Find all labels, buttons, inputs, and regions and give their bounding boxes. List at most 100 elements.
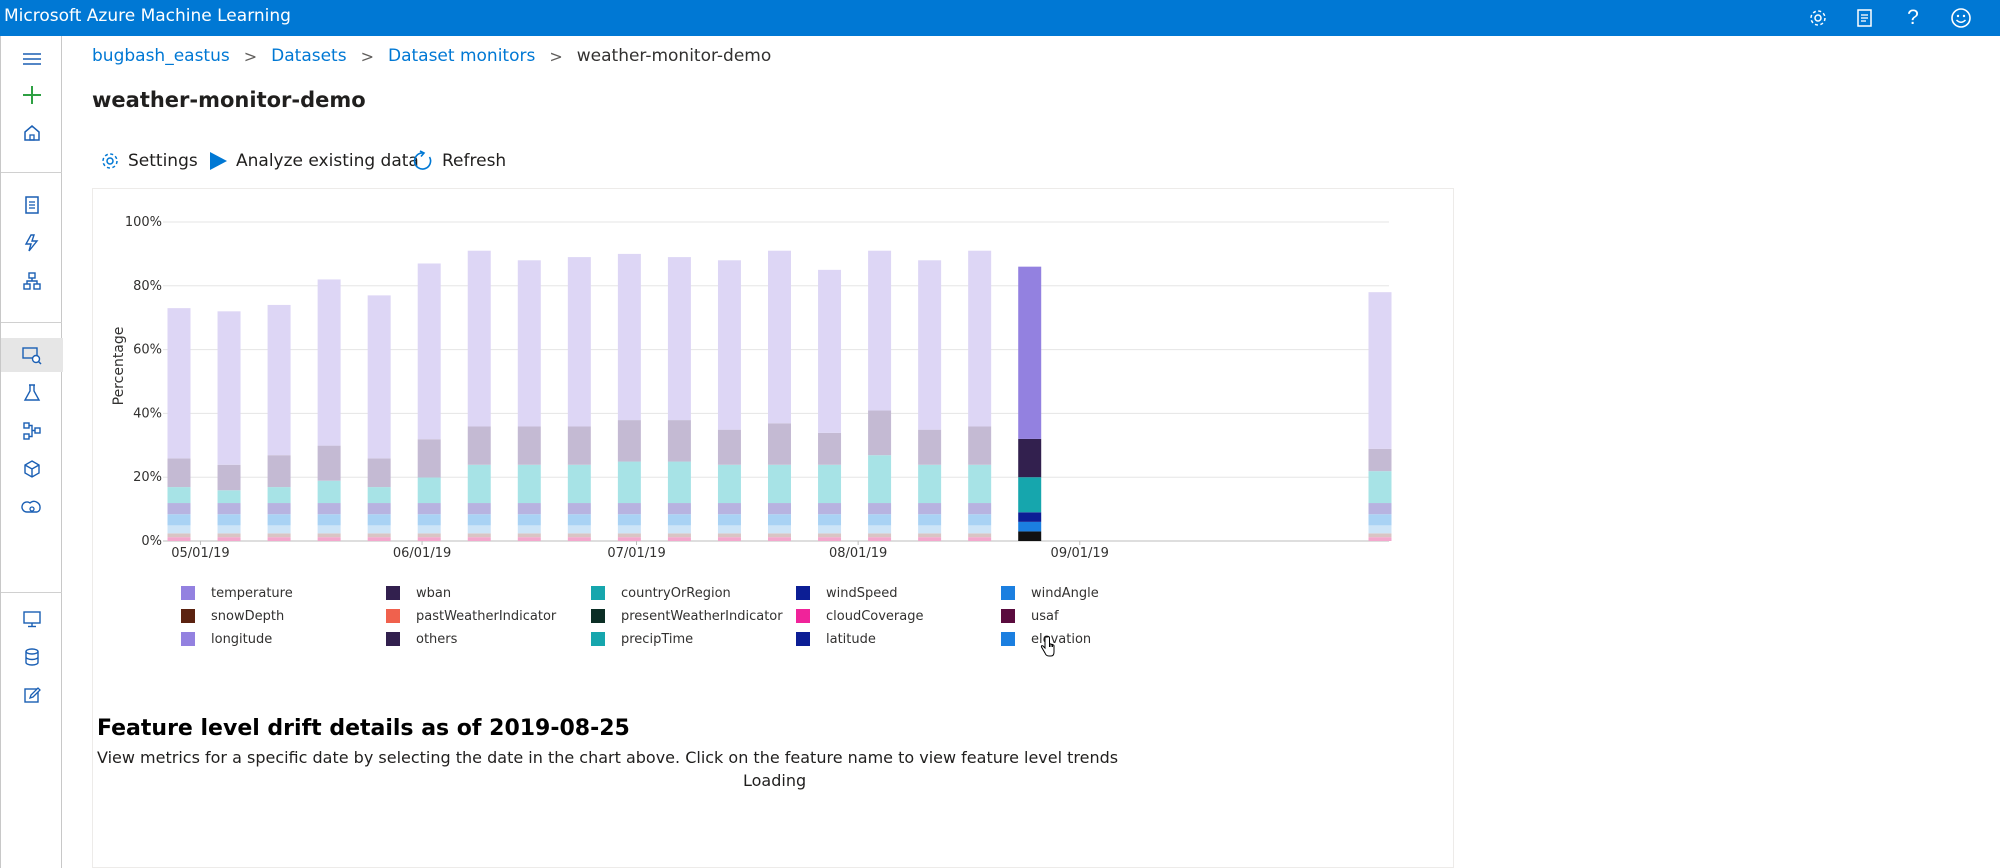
bar-segment bbox=[217, 533, 241, 538]
bar-segment bbox=[968, 525, 992, 534]
x-tick-label: 07/01/19 bbox=[607, 546, 665, 561]
legend-swatch bbox=[796, 632, 810, 646]
bar-segment bbox=[467, 525, 491, 534]
legend-swatch bbox=[1001, 632, 1015, 646]
legend-label: temperature bbox=[211, 585, 293, 601]
bar-segment bbox=[617, 461, 641, 504]
legend-swatch bbox=[796, 586, 810, 600]
bar-segment bbox=[367, 458, 391, 488]
bar-segment bbox=[768, 514, 791, 526]
bar-segment bbox=[617, 537, 641, 541]
bar-segment bbox=[1368, 448, 1392, 472]
bar-segment bbox=[768, 423, 791, 465]
bar-segment bbox=[517, 514, 541, 526]
legend-swatch bbox=[386, 586, 400, 600]
bar-segment-top bbox=[617, 253, 641, 421]
bar-segment bbox=[417, 439, 441, 478]
bar-segment bbox=[968, 533, 992, 538]
bar-segment bbox=[167, 487, 191, 504]
bar-segment bbox=[918, 533, 942, 538]
legend-item-snowDepth[interactable]: snowDepth bbox=[181, 608, 284, 624]
bar-segment bbox=[968, 426, 992, 465]
bar-segment bbox=[918, 514, 942, 526]
legend-item-precipTime[interactable]: precipTime bbox=[591, 631, 693, 647]
bar-segment bbox=[217, 464, 241, 491]
legend-item-presentWeatherIndicator[interactable]: presentWeatherIndicator bbox=[591, 608, 783, 624]
bar-segment-top bbox=[517, 260, 541, 427]
bar-segment bbox=[717, 537, 741, 541]
bar-segment bbox=[968, 537, 992, 541]
bar-segment bbox=[567, 503, 591, 515]
bar-segment-top bbox=[1368, 292, 1392, 449]
bar-segment bbox=[317, 533, 341, 538]
bar-segment bbox=[417, 537, 441, 541]
bar-segment bbox=[617, 525, 641, 534]
bar-segment-top bbox=[818, 269, 842, 433]
legend-item-cloudCoverage[interactable]: cloudCoverage bbox=[796, 608, 924, 624]
legend-item-others[interactable]: others bbox=[386, 631, 457, 647]
x-tick-label: 05/01/19 bbox=[171, 546, 229, 561]
bar-segment-temperature bbox=[1018, 266, 1042, 439]
legend-item-pastWeatherIndicator[interactable]: pastWeatherIndicator bbox=[386, 608, 556, 624]
y-tick-label: 80% bbox=[133, 279, 162, 294]
legend-item-usaf[interactable]: usaf bbox=[1001, 608, 1059, 624]
mouse-cursor-icon bbox=[1040, 636, 1055, 657]
legend-label: others bbox=[416, 631, 458, 647]
bar-segment bbox=[818, 533, 842, 538]
bar-segment bbox=[417, 514, 441, 526]
bar-segment bbox=[567, 464, 591, 504]
bar-segment bbox=[768, 503, 791, 515]
bar-segment bbox=[717, 503, 741, 515]
bar-segment bbox=[517, 426, 541, 465]
bar-segment bbox=[818, 503, 842, 515]
bar-segment bbox=[818, 514, 842, 526]
legend-item-countryOrRegion[interactable]: countryOrRegion bbox=[591, 585, 731, 601]
bar-segment bbox=[167, 533, 191, 538]
bar-segment bbox=[717, 533, 741, 538]
bar-segment bbox=[1368, 533, 1392, 538]
legend-item-latitude[interactable]: latitude bbox=[796, 631, 876, 647]
legend-label: precipTime bbox=[621, 631, 694, 647]
bar-segment bbox=[1368, 503, 1392, 515]
legend-swatch bbox=[1001, 609, 1015, 623]
bar-segment-top bbox=[317, 279, 341, 446]
bar-segment bbox=[417, 503, 441, 515]
legend-item-wban[interactable]: wban bbox=[386, 585, 451, 601]
bar-segment bbox=[467, 537, 491, 541]
bar-segment bbox=[167, 503, 191, 515]
bar-segment-top bbox=[768, 250, 791, 424]
bar-segment-top bbox=[567, 257, 591, 427]
bar-segment bbox=[818, 525, 842, 534]
bar-segment bbox=[517, 525, 541, 534]
legend-item-windAngle[interactable]: windAngle bbox=[1001, 585, 1099, 601]
bar-segment bbox=[367, 503, 391, 515]
legend-swatch bbox=[796, 609, 810, 623]
bar-segment bbox=[717, 464, 741, 504]
bar-segment-windAngle bbox=[1018, 521, 1042, 532]
bar-segment bbox=[617, 420, 641, 462]
y-axis-label: Percentage bbox=[111, 327, 127, 406]
bar-segment-top bbox=[918, 260, 942, 430]
bar-segment bbox=[1368, 471, 1392, 504]
bar-segment bbox=[868, 455, 892, 504]
bar-segment bbox=[768, 464, 791, 504]
bar-segment bbox=[467, 533, 491, 538]
bar-segment bbox=[167, 458, 191, 488]
bar-segment bbox=[267, 514, 291, 526]
bar-segment bbox=[768, 533, 791, 538]
legend-item-longitude[interactable]: longitude bbox=[181, 631, 272, 647]
legend-label: presentWeatherIndicator bbox=[621, 608, 783, 624]
x-tick-label: 06/01/19 bbox=[393, 546, 451, 561]
legend-item-temperature[interactable]: temperature bbox=[181, 585, 293, 601]
bar-segment bbox=[317, 514, 341, 526]
bar-segment bbox=[768, 537, 791, 541]
bar-segment bbox=[317, 525, 341, 534]
bar-segment bbox=[567, 525, 591, 534]
bar-segment bbox=[617, 503, 641, 515]
legend-swatch bbox=[591, 632, 605, 646]
legend-label: latitude bbox=[826, 631, 876, 647]
bar-segment-top bbox=[367, 295, 391, 459]
bar-segment-top bbox=[868, 250, 892, 411]
bar-segment bbox=[467, 426, 491, 465]
legend-item-windSpeed[interactable]: windSpeed bbox=[796, 585, 898, 601]
